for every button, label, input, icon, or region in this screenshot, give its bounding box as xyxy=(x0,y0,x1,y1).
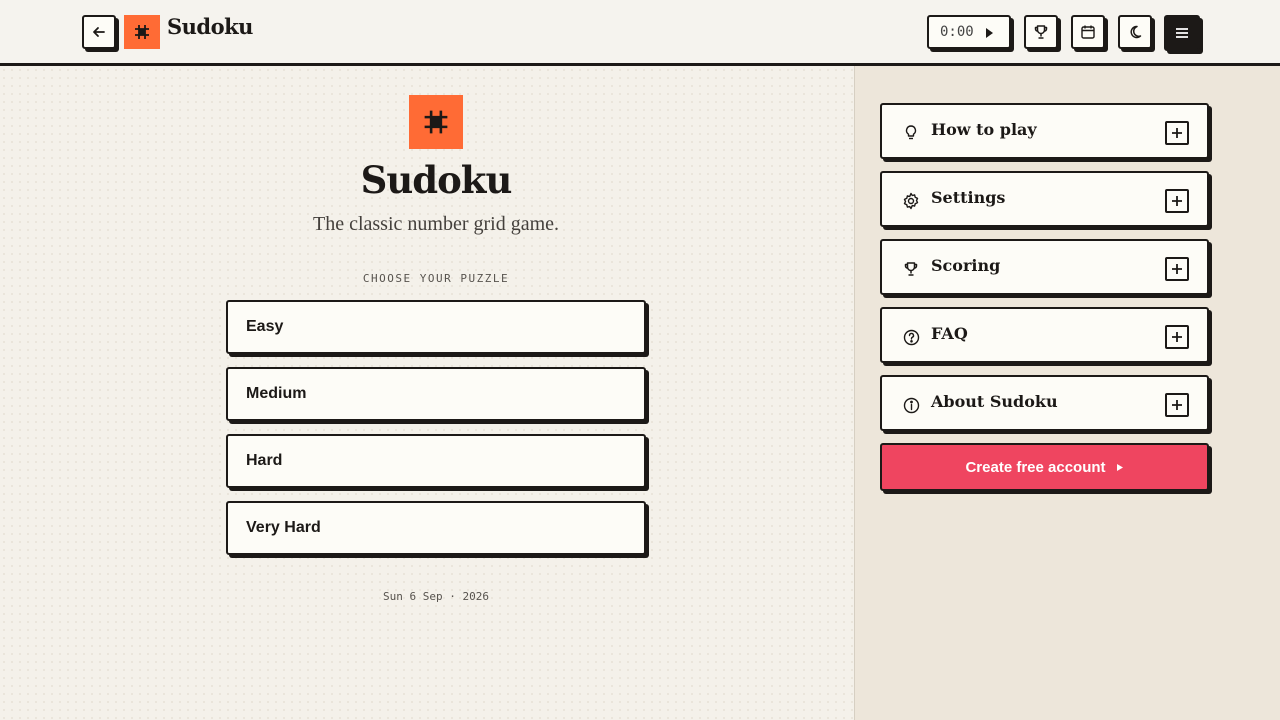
top-header: Sudoku 0:00 xyxy=(0,0,1280,66)
accordion-label: Settings xyxy=(931,188,1006,207)
question-circle-icon xyxy=(901,327,921,347)
arrow-left-icon xyxy=(93,27,105,37)
hero-logo xyxy=(409,95,463,149)
trophy-icon xyxy=(1034,25,1048,39)
plus-icon[interactable] xyxy=(1165,325,1189,349)
accordion-faq[interactable]: FAQ xyxy=(880,307,1209,363)
page-title: Sudoku xyxy=(360,158,513,202)
create-account-button[interactable]: Create free account xyxy=(880,443,1209,491)
menu-button[interactable] xyxy=(1164,15,1200,51)
play-icon xyxy=(1116,463,1123,471)
plus-icon[interactable] xyxy=(1165,121,1189,145)
main-content: Sudoku The classic number grid game. CHO… xyxy=(0,66,854,720)
moon-icon xyxy=(1130,25,1142,39)
gear-icon xyxy=(901,191,921,211)
accordion-label: Scoring xyxy=(931,256,1001,275)
info-sidebar: How to play Settings Scoring FAQ About S… xyxy=(854,66,1280,720)
accordion-how-to-play[interactable]: How to play xyxy=(880,103,1209,159)
accordion-settings[interactable]: Settings xyxy=(880,171,1209,227)
page-subtitle: The classic number grid game. xyxy=(312,213,560,235)
puzzle-date: Sun 6 Sep · 2026 xyxy=(383,590,489,603)
plus-icon[interactable] xyxy=(1165,257,1189,281)
accordion-about-sudoku[interactable]: About Sudoku xyxy=(880,375,1209,431)
difficulty-very-hard-button[interactable]: Very Hard xyxy=(226,501,646,555)
plus-icon[interactable] xyxy=(1165,393,1189,417)
accordion-scoring[interactable]: Scoring xyxy=(880,239,1209,295)
difficulty-medium-button[interactable]: Medium xyxy=(226,367,646,421)
accordion-label: About Sudoku xyxy=(931,392,1058,411)
create-account-label: Create free account xyxy=(965,458,1106,476)
accordion-label: FAQ xyxy=(931,324,968,343)
trophy-icon xyxy=(901,259,921,279)
timer-button[interactable]: 0:00 xyxy=(927,15,1011,49)
brand-name: Sudoku xyxy=(167,14,253,39)
plus-icon[interactable] xyxy=(1165,189,1189,213)
hash-icon xyxy=(424,110,448,134)
lightbulb-icon xyxy=(901,123,921,143)
leaderboard-button[interactable] xyxy=(1024,15,1058,49)
logo-tile[interactable] xyxy=(124,15,160,49)
timer-display: 0:00 xyxy=(940,24,974,40)
hash-icon xyxy=(135,25,149,39)
hamburger-menu-icon xyxy=(1176,28,1188,38)
accordion-label: How to play xyxy=(931,120,1037,139)
calendar-icon xyxy=(1081,25,1095,39)
choose-puzzle-label: CHOOSE YOUR PUZZLE xyxy=(362,272,510,285)
difficulty-hard-button[interactable]: Hard xyxy=(226,434,646,488)
play-icon xyxy=(986,28,993,38)
info-circle-icon xyxy=(901,395,921,415)
back-button[interactable] xyxy=(82,15,116,49)
theme-toggle-button[interactable] xyxy=(1118,15,1152,49)
difficulty-easy-button[interactable]: Easy xyxy=(226,300,646,354)
calendar-button[interactable] xyxy=(1071,15,1105,49)
